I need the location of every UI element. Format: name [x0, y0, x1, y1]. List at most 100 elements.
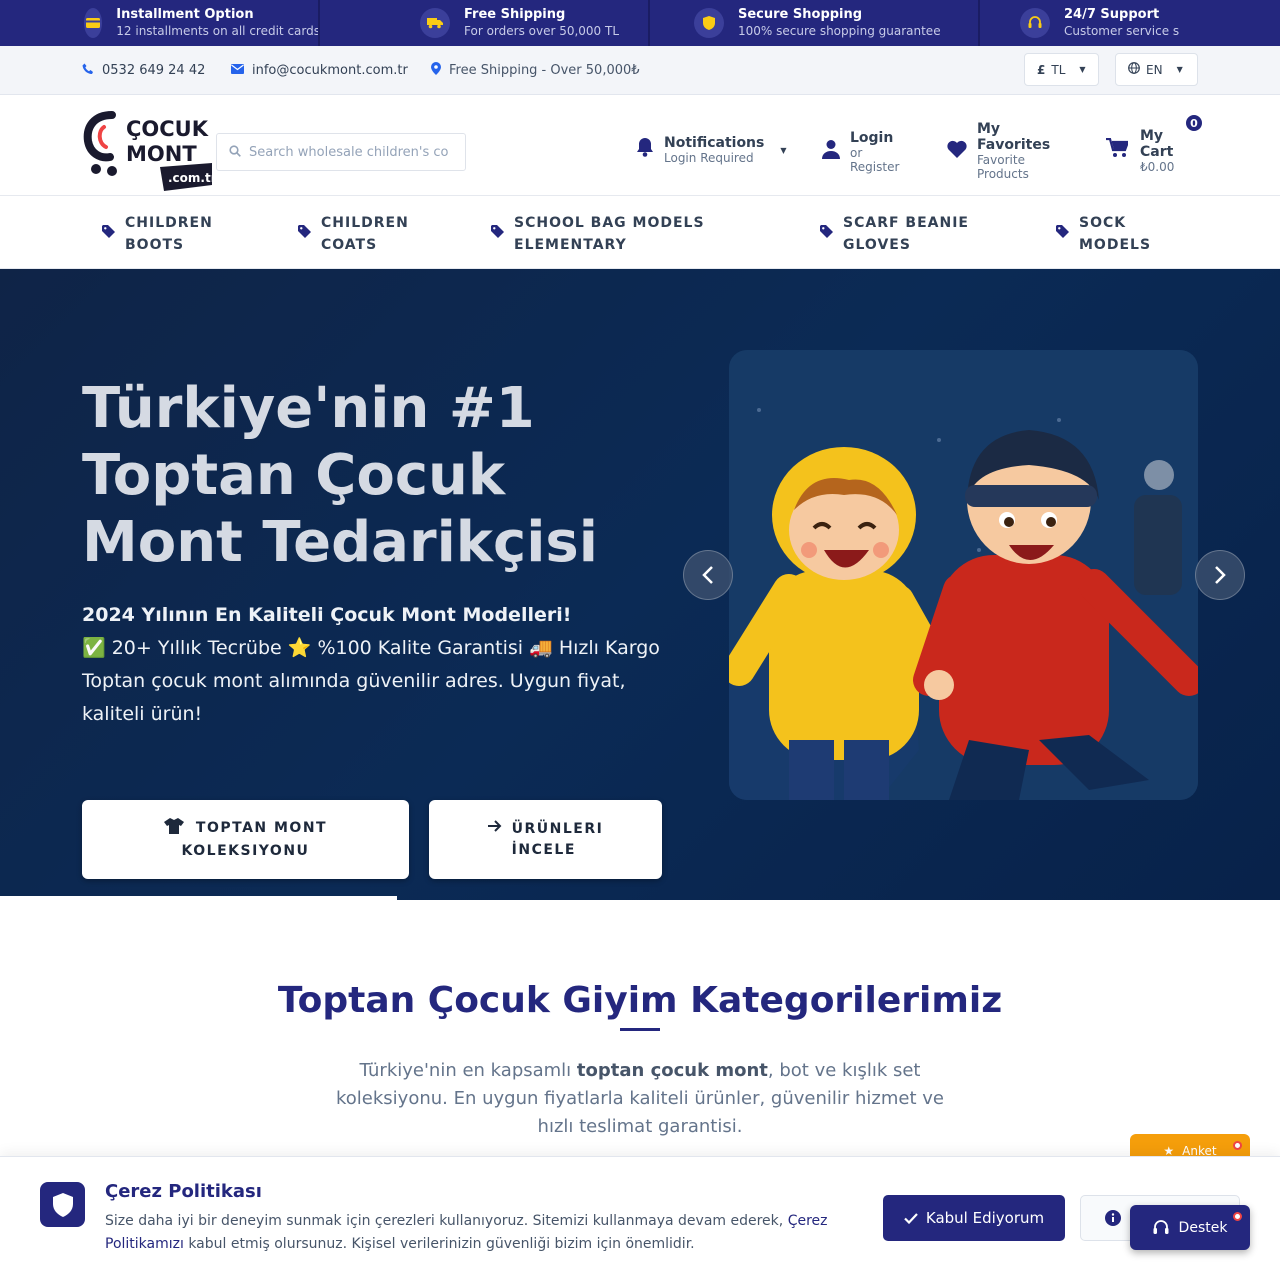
- promo-installment: Installment Option 12 installments on all…: [0, 0, 320, 46]
- desc-pre: Türkiye'nin en kapsamlı: [359, 1060, 577, 1081]
- slider-next-button[interactable]: [1195, 550, 1245, 600]
- hero-subtitle-line: ✅ 20+ Yıllık Tecrübe ⭐ %100 Kalite Garan…: [82, 637, 660, 659]
- promo-subtitle: For orders over 50,000 TL: [464, 24, 620, 38]
- headset-icon: [1153, 1219, 1169, 1234]
- accept-cookies-button[interactable]: Kabul Ediyorum: [883, 1195, 1065, 1241]
- cart-icon: [1106, 137, 1130, 164]
- tag-icon: [820, 224, 833, 245]
- promo-title: Secure Shopping: [738, 7, 863, 22]
- chevron-down-icon: ▼: [1079, 65, 1086, 74]
- promo-subtitle: 12 installments on all credit cards: [116, 24, 320, 38]
- cookie-text-pre: Size daha iyi bir deneyim sunmak için çe…: [105, 1213, 788, 1229]
- button-label-line1: TOPTAN MONT: [195, 819, 328, 836]
- promo-secure-shopping: Secure Shopping 100% secure shopping guar…: [650, 0, 980, 46]
- notification-dot: [1233, 1141, 1242, 1150]
- nav-item-school-bags[interactable]: SCHOOL BAG MODELS ELEMENTARY: [491, 212, 705, 256]
- currency-select[interactable]: £ TL ▼: [1024, 53, 1099, 86]
- tag-icon: [491, 224, 504, 245]
- nav-label-line1: SOCK: [1079, 215, 1127, 231]
- category-nav: CHILDREN BOOTS CHILDREN COATS SCHOOL BAG M…: [0, 196, 1280, 269]
- bell-icon: [636, 137, 654, 163]
- search-placeholder: Search wholesale children's co: [249, 144, 449, 160]
- nav-item-scarf-beanie-gloves[interactable]: SCARF BEANIE GLOVES: [820, 212, 969, 256]
- nav-item-children-coats[interactable]: CHILDREN COATS: [298, 212, 409, 256]
- envelope-icon: [231, 63, 244, 77]
- contact-bar: 0532 649 24 42 info@cocukmont.com.tr Fre…: [0, 46, 1280, 95]
- promo-title: Installment Option: [116, 7, 254, 22]
- button-label-line2: İNCELE: [511, 842, 576, 858]
- promo-subtitle: Customer service s: [1064, 24, 1180, 38]
- user-icon: [822, 139, 840, 165]
- cart-link[interactable]: My Cart ₺0.00: [1106, 128, 1174, 174]
- slider-prev-button[interactable]: [683, 550, 733, 600]
- slider-progress-bar: [0, 896, 397, 900]
- notifications-dropdown[interactable]: Notifications Login Required ▼: [636, 135, 787, 165]
- desc-bold: toptan çocuk mont: [576, 1060, 768, 1081]
- shield-icon: [40, 1182, 85, 1227]
- chevron-down-icon: ▼: [1176, 65, 1183, 74]
- favorites-title-1: My: [977, 121, 1001, 137]
- cookie-text-post: kabul etmiş olursunuz. Kişisel verilerin…: [183, 1236, 695, 1252]
- nav-label-line2: COATS: [321, 237, 378, 253]
- globe-icon: [1128, 62, 1140, 77]
- nav-label-line1: SCARF BEANIE: [843, 215, 969, 231]
- tag-icon: [1056, 224, 1069, 245]
- search-icon: [229, 144, 241, 160]
- hero-subtitle-bold: 2024 Yılının En Kaliteli Çocuk Mont Mode…: [82, 604, 572, 626]
- tshirt-icon: [163, 817, 184, 841]
- search-input[interactable]: Search wholesale children's co: [216, 133, 466, 171]
- hero-title-line: Toptan Çocuk: [82, 443, 506, 508]
- cart-title-1: My: [1140, 128, 1164, 144]
- promo-title: 24/7 Support: [1064, 7, 1160, 22]
- chevron-right-icon: [1215, 566, 1226, 584]
- truck-icon: [420, 8, 450, 38]
- contact-phone[interactable]: 0532 649 24 42: [82, 46, 205, 94]
- support-label: Destek: [1178, 1219, 1228, 1236]
- site-logo[interactable]: ÇOCUK MONT .com.tr: [82, 109, 217, 191]
- promo-subtitle: 100% secure shopping guarantee: [738, 24, 941, 38]
- hero-subtitle-line: Toptan çocuk mont alımında güvenilir adr…: [82, 670, 626, 725]
- svg-text:.com.tr: .com.tr: [168, 171, 214, 185]
- nav-label-line2: GLOVES: [843, 237, 911, 253]
- promo-title: Free Shipping: [464, 7, 566, 22]
- support-button[interactable]: Destek: [1130, 1205, 1250, 1250]
- login-register[interactable]: Login or Register: [822, 130, 899, 174]
- hero-title-line: Mont Tedarikçisi: [82, 510, 598, 575]
- language-select[interactable]: EN ▼: [1115, 53, 1198, 86]
- shipping-text: Free Shipping - Over 50,000₺: [449, 62, 640, 78]
- register-link[interactable]: Register: [850, 160, 899, 174]
- cart-title-2: Cart: [1140, 144, 1174, 160]
- section-title-underline: [620, 1028, 660, 1031]
- tag-icon: [298, 224, 311, 245]
- section-description: Türkiye'nin en kapsamlı toptan çocuk mon…: [330, 1057, 950, 1141]
- nav-label-line2: BOOTS: [125, 237, 185, 253]
- nav-item-sock-models[interactable]: SOCK MODELS: [1056, 212, 1151, 256]
- button-label-line2: KOLEKSIYONU: [181, 842, 310, 859]
- favorites-title-2: Favorites: [977, 137, 1051, 153]
- nav-label-line1: CHILDREN: [125, 215, 213, 231]
- email-text: info@cocukmont.com.tr: [252, 62, 408, 78]
- contact-email[interactable]: info@cocukmont.com.tr: [231, 46, 408, 94]
- wholesale-collection-button[interactable]: TOPTAN MONT KOLEKSIYONU: [82, 800, 409, 879]
- favorites-link[interactable]: My Favorites Favorite Products: [947, 121, 1050, 181]
- nav-label-line1: CHILDREN: [321, 215, 409, 231]
- headset-icon: [1020, 8, 1050, 38]
- login-title: Login: [850, 130, 894, 146]
- nav-item-children-boots[interactable]: CHILDREN BOOTS: [102, 212, 213, 256]
- contact-shipping: Free Shipping - Over 50,000₺: [431, 46, 640, 94]
- check-icon: [904, 1212, 918, 1224]
- credit-card-icon: [84, 8, 103, 38]
- svg-text:MONT: MONT: [126, 142, 197, 166]
- phone-icon: [82, 63, 94, 78]
- browse-products-button[interactable]: ÜRÜNLERI İNCELE: [429, 800, 662, 879]
- cookie-banner: Çerez Politikası Size daha iyi bir deney…: [0, 1156, 1280, 1280]
- svg-text:ÇOCUK: ÇOCUK: [126, 117, 209, 141]
- hero-subtitle: 2024 Yılının En Kaliteli Çocuk Mont Mode…: [82, 599, 662, 731]
- accept-label: Kabul Ediyorum: [925, 1209, 1045, 1227]
- tag-icon: [102, 224, 115, 245]
- site-header: ÇOCUK MONT .com.tr Search wholesale chil…: [0, 95, 1280, 196]
- login-or: or: [850, 146, 863, 160]
- info-icon: [1105, 1210, 1121, 1226]
- map-pin-icon: [431, 62, 441, 78]
- promo-free-shipping: Free Shipping For orders over 50,000 TL: [320, 0, 650, 46]
